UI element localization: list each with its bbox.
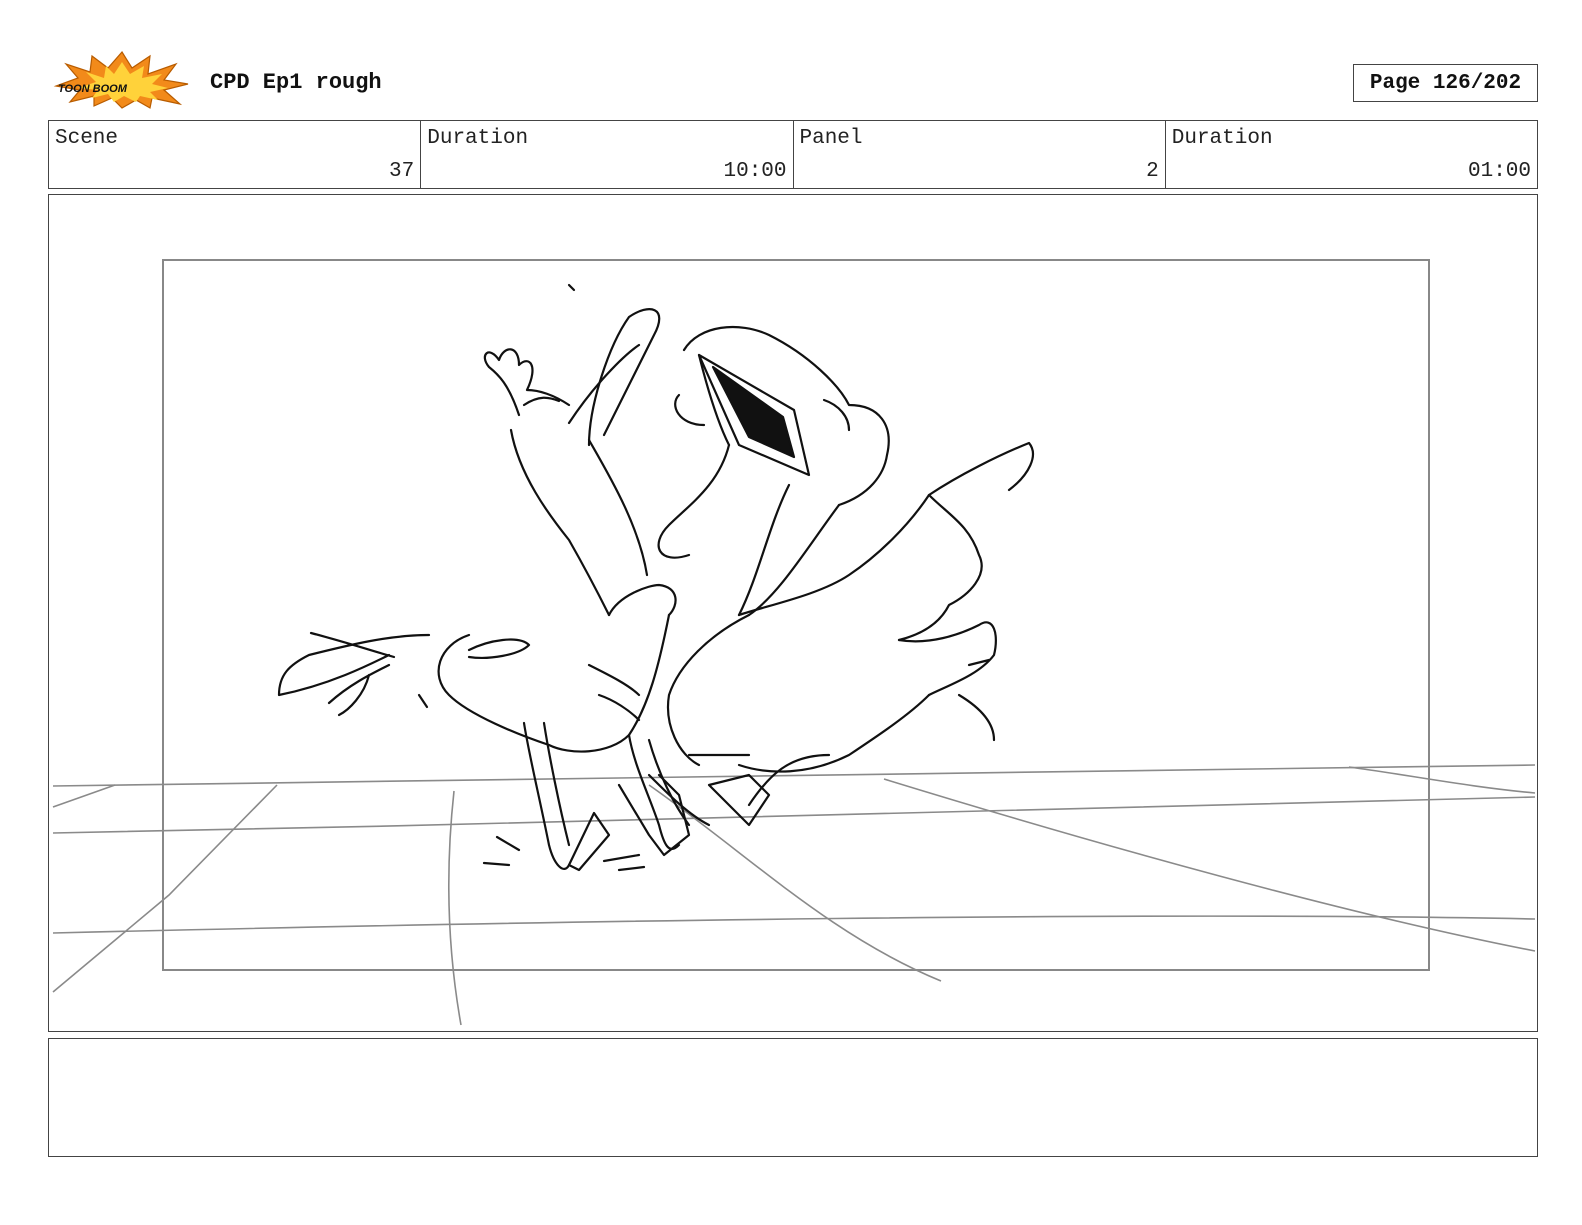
panel-cell: Panel 2: [794, 121, 1166, 188]
duck-sketch: [277, 283, 1035, 872]
safe-frame: [162, 259, 1430, 971]
panel-value: 2: [1146, 160, 1159, 183]
panel-duration-cell: Duration 01:00: [1166, 121, 1537, 188]
scene-duration-cell: Duration 10:00: [421, 121, 794, 188]
logo-text: TOON BOOM: [58, 83, 128, 95]
panel-notes-box: [48, 1038, 1538, 1157]
scene-value: 37: [389, 160, 415, 183]
storyboard-panel: [48, 194, 1538, 1032]
toonboom-logo: TOON BOOM: [52, 50, 190, 110]
scene-label: Scene: [55, 127, 119, 150]
page-number: Page 126/202: [1353, 64, 1538, 102]
panel-duration-value: 01:00: [1467, 160, 1531, 183]
panel-duration-label: Duration: [1171, 127, 1273, 150]
scene-cell: Scene 37: [49, 121, 422, 188]
document-title: CPD Ep1 rough: [210, 70, 382, 95]
floor-guides: [52, 259, 1536, 1026]
scene-duration-label: Duration: [427, 127, 529, 150]
panel-sketch: [52, 259, 1536, 1026]
panel-label: Panel: [799, 127, 863, 150]
panel-info-table: Scene 37 Duration 10:00 Panel 2 Duration…: [48, 120, 1538, 189]
scene-duration-value: 10:00: [723, 160, 787, 183]
